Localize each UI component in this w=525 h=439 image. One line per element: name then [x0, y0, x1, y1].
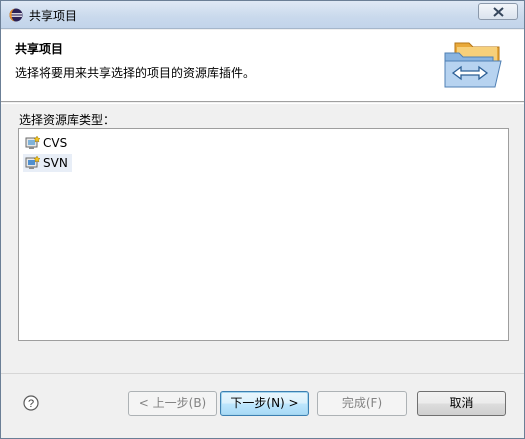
- list-item-label: CVS: [43, 136, 68, 150]
- close-icon: [493, 7, 504, 17]
- banner-description: 选择将要用来共享选择的项目的资源库插件。: [15, 66, 256, 80]
- share-project-dialog: 共享项目 共享项目 选择将要用来共享选择的项目的资源库插件。 选择资源库类型：: [0, 0, 525, 439]
- cvs-repository-icon: [25, 135, 41, 156]
- repository-type-label: 选择资源库类型：: [19, 113, 116, 127]
- cancel-button[interactable]: 取消: [417, 391, 506, 416]
- button-bar-separator: [1, 373, 524, 374]
- banner-separator: [1, 103, 524, 104]
- repository-type-list[interactable]: CVS SVN: [18, 128, 509, 341]
- list-item-cvs[interactable]: CVS: [23, 134, 71, 152]
- banner-title: 共享项目: [15, 42, 64, 56]
- back-button[interactable]: < 上一步(B): [128, 391, 217, 416]
- window-title: 共享项目: [29, 9, 78, 23]
- wizard-banner: 共享项目 选择将要用来共享选择的项目的资源库插件。: [1, 30, 524, 102]
- list-item-label: SVN: [43, 156, 68, 170]
- title-bar[interactable]: 共享项目: [1, 1, 524, 29]
- share-project-folders-icon: [441, 39, 507, 94]
- svn-repository-icon: [25, 155, 41, 176]
- help-icon[interactable]: ?: [23, 395, 39, 411]
- next-button[interactable]: 下一步(N) >: [220, 391, 309, 416]
- svg-text:?: ?: [28, 398, 34, 410]
- finish-button[interactable]: 完成(F): [317, 391, 407, 416]
- eclipse-icon: [9, 8, 23, 22]
- close-button[interactable]: [478, 3, 518, 20]
- list-item-svn[interactable]: SVN: [23, 154, 72, 172]
